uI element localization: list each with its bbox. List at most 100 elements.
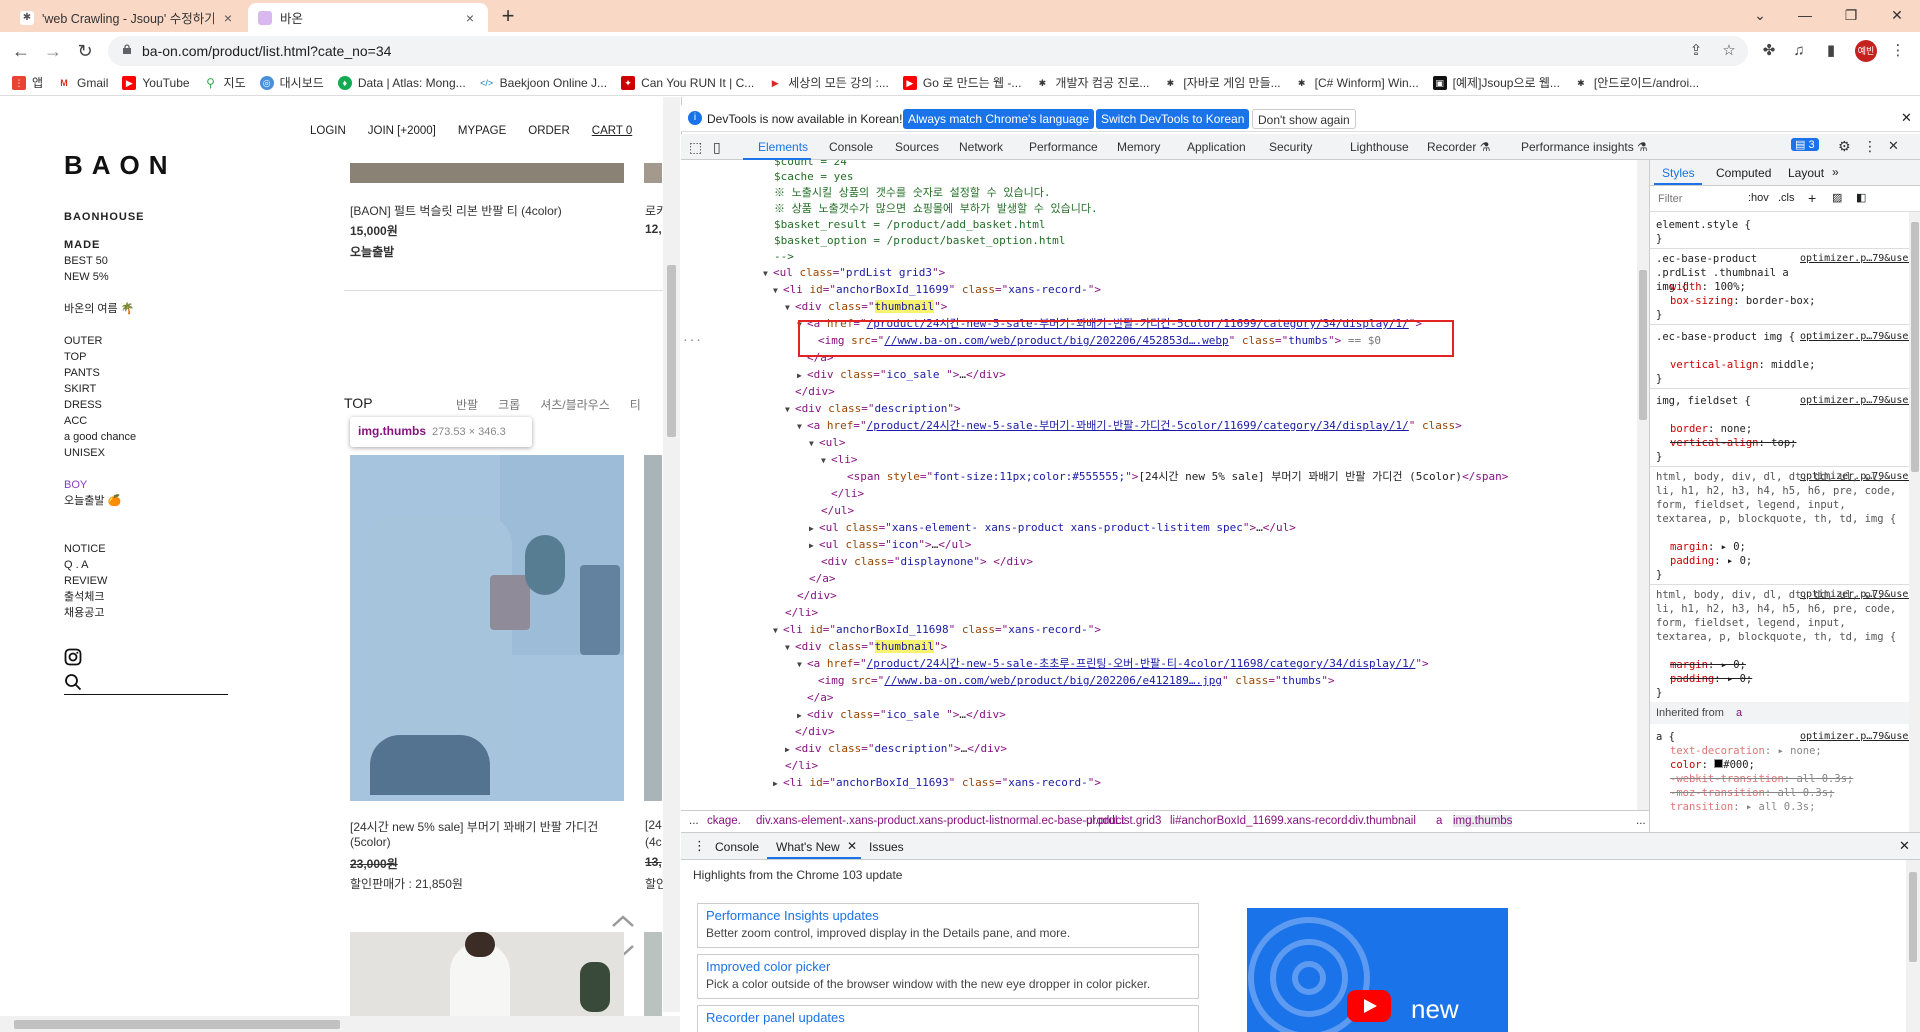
style-source-link[interactable]: optimizer.p…79&user=T:1 — [1800, 330, 1920, 344]
elements-scrollbar[interactable] — [1637, 160, 1649, 810]
nav-top[interactable]: TOP — [64, 349, 86, 365]
drawer-scrollbar[interactable] — [1906, 860, 1920, 1032]
bookmark-lecture[interactable]: ▶ 세상의 모든 강의 :... — [768, 74, 889, 91]
close-window-icon[interactable]: ✕ — [1882, 4, 1912, 26]
hov-toggle[interactable]: :hov — [1748, 192, 1769, 204]
switch-devtools-korean-button[interactable]: Switch DevTools to Korean — [1096, 109, 1250, 129]
dom-node-img[interactable]: <img src="//www.ba-on.com/web/product/bi… — [818, 672, 1335, 689]
inherited-tag-link[interactable]: a — [1736, 707, 1742, 719]
dom-node-ul[interactable]: ▼ <ul> — [809, 434, 846, 451]
add-rule-icon[interactable]: + — [1808, 190, 1816, 206]
drawer-tab-issues[interactable]: Issues — [869, 840, 904, 854]
media-icon[interactable]: ♫ — [1788, 40, 1810, 62]
nav-best[interactable]: BEST 50 — [64, 253, 108, 269]
nav-notice[interactable]: NOTICE — [64, 541, 106, 557]
nav-dress[interactable]: DRESS — [64, 397, 102, 413]
tab-console[interactable]: Console — [829, 140, 873, 154]
forward-icon[interactable]: → — [40, 39, 66, 63]
dom-node-div-thumbnail[interactable]: ▼ <div class="thumbnail"> — [785, 298, 947, 315]
restore-icon[interactable]: ❐ — [1836, 4, 1866, 26]
whats-new-card[interactable]: Recorder panel updates — [697, 1005, 1199, 1032]
style-source-link[interactable]: optimizer.p…79&user=T:1 — [1800, 730, 1920, 744]
bookmark-apps[interactable]: ⋮ 앱 — [12, 74, 43, 91]
brand-logo[interactable]: BAON — [64, 150, 177, 181]
cls-toggle[interactable]: .cls — [1778, 192, 1795, 204]
nav-made[interactable]: MADE — [64, 237, 100, 253]
tab-close-icon[interactable]: × — [462, 10, 478, 26]
nav-attendance[interactable]: 출석체크 — [64, 589, 104, 605]
nav-qa[interactable]: Q . A — [64, 557, 88, 573]
product-image[interactable] — [644, 163, 662, 183]
styles-filter-input[interactable]: Filter — [1658, 193, 1682, 205]
tab-search-icon[interactable]: ⌄ — [1745, 4, 1775, 26]
reload-icon[interactable]: ↻ — [72, 39, 98, 63]
dom-node-div-description[interactable]: ▶ <div class="description">…</div> — [785, 740, 1007, 757]
dom-node-ul-icon[interactable]: ▶ <ul class="icon">…</ul> — [809, 536, 971, 553]
nav-boy[interactable]: BOY — [64, 477, 87, 493]
product-name-line2[interactable]: (4c — [645, 835, 662, 849]
drawer-menu-icon[interactable]: ⋮ — [693, 838, 706, 854]
search-icon[interactable] — [64, 673, 82, 691]
dom-node-div-description[interactable]: ▼ <div class="description"> — [785, 400, 961, 417]
address-bar[interactable]: ba-on.com/product/list.html?cate_no=34 — [108, 36, 1748, 66]
minimize-icon[interactable]: — — [1790, 4, 1820, 26]
tab-styles[interactable]: Styles — [1662, 166, 1695, 180]
nav-skirt[interactable]: SKIRT — [64, 381, 96, 397]
dom-node-a[interactable]: ▼ <a href="/product/24시간-new-5-sale-초초루-프… — [797, 655, 1429, 672]
color-swatch[interactable] — [1714, 759, 1724, 768]
new-tab-button[interactable]: + — [497, 5, 519, 28]
nav-new[interactable]: NEW 5% — [64, 269, 109, 285]
bookmark-atlas[interactable]: ♦ Data | Atlas: Mong... — [337, 75, 466, 90]
nav-acc[interactable]: ACC — [64, 413, 87, 429]
nav-good-chance[interactable]: a good chance — [64, 429, 136, 445]
product-image[interactable] — [644, 455, 662, 801]
tab-recorder[interactable]: Recorder ⚗ — [1427, 140, 1490, 154]
dont-show-again-button[interactable]: Don't show again — [1252, 109, 1356, 129]
nav-pants[interactable]: PANTS — [64, 365, 100, 381]
style-source-link[interactable]: optimizer.p…79&user=T:1 — [1800, 252, 1920, 266]
more-tabs-icon[interactable]: » — [1832, 165, 1839, 179]
bookmark-android[interactable]: ✱ [안드로이드/androi... — [1573, 74, 1699, 91]
nav-review[interactable]: REVIEW — [64, 573, 107, 589]
bookmark-csharp[interactable]: ✱ [C# Winform] Win... — [1294, 75, 1419, 90]
tab-performance[interactable]: Performance — [1029, 140, 1098, 154]
instagram-icon[interactable] — [64, 648, 82, 666]
always-match-language-button[interactable]: Always match Chrome's language — [903, 109, 1095, 129]
order-link[interactable]: ORDER — [528, 125, 570, 137]
inspect-element-icon[interactable]: ⬚ — [689, 139, 702, 156]
paint-icon[interactable]: ▨ — [1832, 191, 1842, 204]
share-icon[interactable]: ⇪ — [1685, 40, 1707, 62]
dom-node-div-ico-sale[interactable]: ▶ <div class="ico_sale ">…</div> — [797, 366, 1006, 383]
close-drawer-icon[interactable]: ✕ — [1899, 838, 1910, 854]
dom-node-div-ico-sale[interactable]: ▶ <div class="ico_sale ">…</div> — [797, 706, 1006, 723]
tab-memory[interactable]: Memory — [1117, 140, 1160, 154]
extensions-icon[interactable]: ✤ — [1758, 40, 1780, 62]
bookmark-career[interactable]: ✱ 개발자 컴공 진로... — [1035, 74, 1149, 91]
subcat-crop[interactable]: 크롭 — [498, 396, 520, 413]
bookmark-jsoup[interactable]: ▣ [예제]Jsoup으로 웹... — [1432, 74, 1560, 91]
tab-web-crawling[interactable]: ✱ 'web Crawling - Jsoup' 수정하기 × — [10, 3, 246, 32]
whats-new-card[interactable]: Performance Insights updates Better zoom … — [697, 903, 1199, 948]
dom-node-li[interactable]: ▼ <li> — [821, 451, 858, 468]
product-image[interactable] — [644, 932, 662, 1022]
subcat-short-sleeve[interactable]: 반팔 — [456, 396, 478, 413]
nav-unisex[interactable]: UNISEX — [64, 445, 105, 461]
tab-network[interactable]: Network — [959, 140, 1003, 154]
nav-summer[interactable]: 바온의 여름 🌴 — [64, 301, 134, 317]
page-vertical-scrollbar[interactable] — [663, 97, 680, 1012]
side-panel-icon[interactable]: ▮ — [1820, 40, 1842, 62]
bookmark-go-web[interactable]: ▶ Go 로 만드는 웹 -... — [902, 74, 1021, 91]
subcat-shirt[interactable]: 셔츠/블라우스 — [540, 396, 610, 413]
product-name[interactable]: [24시간 new 5% sale] 부머기 꽈배기 반팔 가디건 — [350, 818, 598, 835]
login-link[interactable]: LOGIN — [310, 125, 346, 137]
elements-tree[interactable]: $count = 24 $cache = yes ※ 노출시킬 상품의 갯수를 … — [681, 160, 1649, 810]
issues-badge[interactable]: ▤ 3 — [1791, 138, 1819, 151]
dom-node-div-thumbnail[interactable]: ▼ <div class="thumbnail"> — [785, 638, 947, 655]
mypage-link[interactable]: MYPAGE — [458, 125, 506, 137]
product-image[interactable] — [350, 163, 624, 183]
tab-sources[interactable]: Sources — [895, 140, 939, 154]
dom-node-a[interactable]: ▼ <a href="/product/24시간-new-5-sale-부머기-꽈… — [797, 417, 1462, 434]
devtools-menu-icon[interactable]: ⋮ — [1863, 138, 1877, 155]
sidebar-toggle-icon[interactable]: ◧ — [1856, 191, 1866, 204]
bookmark-gmail[interactable]: M Gmail — [57, 75, 108, 90]
